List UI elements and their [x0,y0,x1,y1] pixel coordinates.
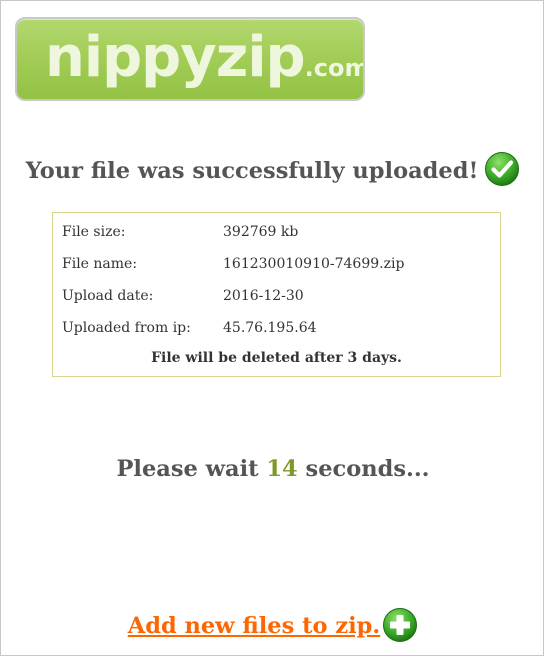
upload-ip-value: 45.76.195.64 [223,320,317,336]
upload-date-value: 2016-12-30 [223,288,304,304]
upload-ip-label: Uploaded from ip: [62,320,191,336]
file-size-label: File size: [62,224,126,240]
countdown-seconds: 14 [266,456,298,482]
file-name-value: 161230010910-74699.zip [223,256,405,272]
logo-domain-text: .com [304,54,365,82]
plus-circle-icon[interactable] [382,607,418,643]
deletion-notice: File will be deleted after 3 days. [151,350,402,366]
countdown-suffix: seconds... [297,456,430,482]
upload-success-text: Your file was successfully uploaded! [25,158,479,184]
add-files-area: Add new files to zip. [1,607,544,643]
file-info-box: File size: 392769 kb File name: 16123001… [52,212,501,377]
file-name-label: File name: [62,256,138,272]
site-logo[interactable]: nippyzip.com [15,17,365,101]
check-circle-icon [485,152,520,186]
upload-date-label: Upload date: [62,288,154,304]
add-new-files-link[interactable]: Add new files to zip. [128,613,380,639]
countdown-prefix: Please wait [116,456,267,482]
file-size-value: 392769 kb [223,224,299,240]
countdown-message: Please wait 14 seconds... [1,456,544,482]
logo-text: nippyzip.com [45,25,365,91]
page-frame: nippyzip.com Your file was successfully … [0,0,544,656]
logo-main-text: nippyzip [45,25,306,90]
upload-success-heading: Your file was successfully uploaded! [1,151,544,187]
